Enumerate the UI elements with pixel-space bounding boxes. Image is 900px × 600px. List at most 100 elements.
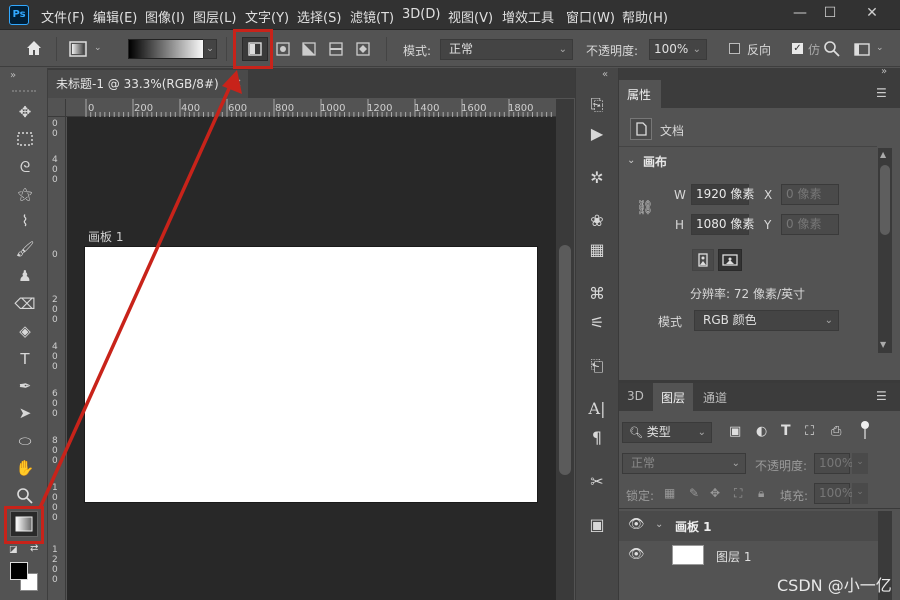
tab-channels[interactable]: 通道	[695, 383, 735, 411]
toolbar-grip[interactable]	[12, 90, 36, 96]
eraser-tool-icon[interactable]: ⌫	[13, 294, 37, 314]
menu-type[interactable]: 文字(Y)	[245, 7, 289, 26]
hand-tool-icon[interactable]: ✋	[13, 458, 37, 478]
adjustments-icon[interactable]: ✲	[586, 167, 608, 189]
artboard-canvas[interactable]	[85, 247, 537, 502]
search-icon[interactable]	[822, 39, 842, 59]
layer-opacity-field[interactable]: 100%	[814, 453, 853, 474]
filter-adjustment-icon[interactable]: ◐	[756, 424, 767, 439]
move-tool-icon[interactable]: ✥	[13, 102, 37, 122]
tool-presets-icon[interactable]: ✂	[586, 471, 608, 493]
angle-gradient-icon[interactable]	[299, 39, 319, 59]
brushes-icon[interactable]: ⌘	[586, 283, 608, 305]
radial-gradient-icon[interactable]	[273, 39, 293, 59]
chevron-down-icon[interactable]: ⌄	[852, 483, 868, 504]
height-field[interactable]: 1080 像素	[691, 214, 754, 235]
swatches-grid-icon[interactable]: ▦	[586, 239, 608, 261]
type-tool-icon[interactable]: T	[13, 349, 37, 369]
chevron-down-icon[interactable]: ⌄	[876, 43, 884, 53]
chevron-down-icon[interactable]: ⌄	[627, 155, 635, 166]
color-palette-icon[interactable]: ❀	[586, 210, 608, 232]
clone-source-icon[interactable]: ⎗	[586, 355, 608, 377]
layer-filter-select[interactable]: 🔍︎ 类型 ⌄	[622, 422, 712, 443]
gradient-picker[interactable]	[128, 39, 206, 59]
magic-wand-tool-icon[interactable]: ⚝	[13, 184, 37, 204]
reflected-gradient-icon[interactable]	[326, 39, 346, 59]
filter-toggle-icon[interactable]	[861, 421, 869, 429]
vertical-ruler[interactable]: 0 0 4 0 0 0 2 0 0 4 0 0 6 0 0 8 0 0 1 0 …	[48, 117, 66, 600]
chevron-down-icon[interactable]: ⌄	[852, 453, 868, 474]
reverse-checkbox[interactable]	[729, 43, 740, 54]
layer-row-layer1[interactable]: 👁︎ 图层 1	[619, 541, 878, 571]
minimize-button[interactable]: —	[786, 2, 814, 24]
scrollbar-thumb[interactable]	[880, 165, 890, 235]
filter-shape-icon[interactable]: ⛶	[805, 424, 814, 439]
tool-preset-icon[interactable]	[68, 39, 88, 59]
menu-filter[interactable]: 滤镜(T)	[350, 7, 394, 26]
width-field[interactable]: 1920 像素	[691, 184, 754, 205]
tab-properties[interactable]: 属性	[619, 80, 661, 108]
ellipse-tool-icon[interactable]: ⬭	[13, 431, 37, 451]
chevron-down-icon[interactable]: ⌄	[655, 519, 663, 530]
marquee-tool-icon[interactable]	[13, 130, 37, 150]
lock-position-icon[interactable]: ✥	[710, 486, 720, 500]
paragraph-icon[interactable]: ¶	[586, 427, 608, 449]
brush-tool-icon[interactable]: 🖌︎	[13, 239, 37, 259]
collapse-panels-icon[interactable]: «	[602, 69, 608, 80]
gradient-dropdown-chevron-icon[interactable]: ⌄	[203, 39, 217, 59]
menu-select[interactable]: 选择(S)	[297, 7, 341, 26]
scroll-down-icon[interactable]: ▼	[880, 340, 886, 349]
zoom-tool-icon[interactable]	[13, 486, 37, 506]
portrait-orientation-icon[interactable]	[692, 249, 714, 271]
brush-settings-icon[interactable]: ⚟	[586, 312, 608, 334]
panel-menu-icon[interactable]: ☰	[876, 389, 887, 403]
filter-pixel-icon[interactable]: ▣	[729, 424, 741, 439]
ruler-origin[interactable]	[48, 99, 66, 117]
close-window-button[interactable]: ✕	[858, 2, 886, 24]
horizontal-ruler[interactable]: 0 200 400 600 800 1000 1200 1400 1600 18…	[66, 99, 556, 117]
actions-play-icon[interactable]: ▶	[586, 123, 608, 145]
lock-transparency-icon[interactable]: ▦	[664, 486, 675, 500]
menu-layer[interactable]: 图层(L)	[193, 7, 236, 26]
eye-icon[interactable]: 👁︎	[628, 517, 645, 532]
eyedropper-tool-icon[interactable]: ⌇	[13, 211, 37, 231]
tab-3d[interactable]: 3D	[619, 383, 652, 411]
expand-panel-icon[interactable]: »	[10, 70, 16, 81]
link-icon[interactable]: ⛓	[636, 200, 654, 216]
document-tab[interactable]: 未标题-1 @ 33.3%(RGB/8#) ×	[48, 70, 248, 98]
lasso-tool-icon[interactable]: ᘓ	[13, 157, 37, 177]
maximize-button[interactable]: ☐	[816, 2, 844, 24]
opacity-input[interactable]: 100% ⌄	[649, 39, 707, 60]
pen-tool-icon[interactable]: ✒	[13, 376, 37, 396]
scrollbar-thumb[interactable]	[559, 245, 571, 475]
chevron-down-icon[interactable]: ⌄	[94, 43, 102, 53]
lock-pixels-icon[interactable]: ✎	[689, 486, 699, 500]
workspace-icon[interactable]	[852, 39, 872, 59]
menu-help[interactable]: 帮助(H)	[622, 7, 668, 26]
close-document-button[interactable]: ×	[232, 76, 242, 90]
menu-window[interactable]: 窗口(W)	[566, 7, 615, 26]
character-icon[interactable]: A|	[586, 398, 608, 420]
libraries-icon[interactable]: ▣	[586, 514, 608, 536]
menu-edit[interactable]: 编辑(E)	[93, 7, 137, 26]
color-mode-select[interactable]: RGB 颜色 ⌄	[694, 310, 839, 331]
scroll-up-icon[interactable]: ▲	[880, 150, 886, 159]
lock-artboard-icon[interactable]: ⛶	[734, 486, 742, 501]
menu-image[interactable]: 图像(I)	[145, 7, 185, 26]
landscape-orientation-icon[interactable]	[718, 249, 742, 271]
collapse-dock-icon[interactable]: »	[881, 66, 887, 77]
blend-mode-select[interactable]: 正常 ⌄	[622, 453, 746, 474]
panel-menu-icon[interactable]: ☰	[876, 86, 887, 100]
lock-all-icon[interactable]: 🔒︎	[758, 486, 764, 501]
history-icon[interactable]: ⎘	[586, 94, 608, 116]
tab-layers[interactable]: 图层	[653, 383, 694, 411]
menu-3d[interactable]: 3D(D)	[402, 7, 440, 22]
swap-colors-icon[interactable]: ⇄	[30, 543, 38, 554]
x-field[interactable]: 0 像素	[781, 184, 839, 205]
paint-bucket-tool-icon[interactable]: ◈	[13, 321, 37, 341]
home-icon[interactable]	[24, 38, 44, 58]
y-field[interactable]: 0 像素	[781, 214, 839, 235]
artboard-label[interactable]: 画板 1	[88, 228, 123, 245]
clone-stamp-tool-icon[interactable]: ♟	[13, 266, 37, 286]
filter-smart-object-icon[interactable]: ⎙	[831, 424, 841, 439]
